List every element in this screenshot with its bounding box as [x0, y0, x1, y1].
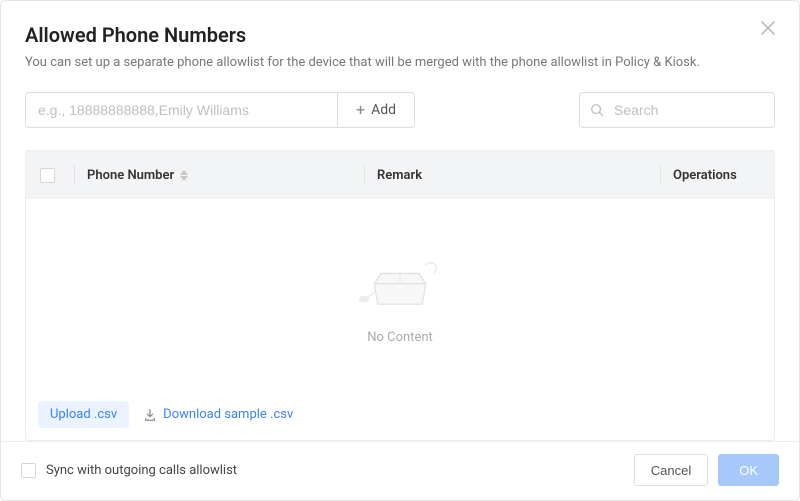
download-icon: [143, 408, 157, 422]
sync-option: Sync with outgoing calls allowlist: [21, 463, 237, 478]
dialog: Allowed Phone Numbers You can set up a s…: [0, 0, 800, 501]
phone-input-group: + Add: [25, 92, 415, 128]
col-phone-label: Phone Number: [87, 168, 174, 183]
page-subtitle: You can set up a separate phone allowlis…: [25, 55, 775, 70]
col-operations-label: Operations: [673, 168, 737, 183]
add-button-label: Add: [371, 102, 396, 118]
col-checkbox: [40, 168, 74, 183]
col-operations-header: Operations: [660, 165, 760, 185]
search-input[interactable]: [612, 101, 764, 119]
close-button[interactable]: [761, 21, 777, 37]
phone-input[interactable]: [25, 92, 337, 128]
phone-table: Phone Number Remark Operations: [25, 150, 775, 441]
controls-row: + Add: [25, 92, 775, 128]
dialog-footer: Sync with outgoing calls allowlist Cance…: [1, 441, 799, 500]
sync-checkbox[interactable]: [21, 463, 36, 478]
sort-icon: [180, 170, 188, 181]
dialog-body: Allowed Phone Numbers You can set up a s…: [1, 1, 799, 441]
download-sample-label: Download sample .csv: [163, 407, 293, 422]
table-header: Phone Number Remark Operations: [26, 151, 774, 199]
sync-label: Sync with outgoing calls allowlist: [46, 463, 237, 478]
col-remark-label: Remark: [377, 168, 422, 183]
spacer: [415, 92, 579, 128]
table-footer: Upload .csv Download sample .csv: [26, 391, 774, 440]
col-phone-header[interactable]: Phone Number: [74, 165, 364, 185]
search-wrap: [579, 92, 775, 128]
cancel-label: Cancel: [651, 463, 691, 478]
page-title: Allowed Phone Numbers: [25, 23, 775, 47]
download-sample-link[interactable]: Download sample .csv: [143, 407, 293, 422]
empty-text: No Content: [367, 330, 433, 345]
close-icon: [761, 21, 775, 35]
search-icon: [590, 103, 604, 117]
cancel-button[interactable]: Cancel: [634, 454, 708, 486]
ok-button[interactable]: OK: [718, 454, 779, 486]
empty-box-icon: [340, 246, 460, 318]
upload-csv-label: Upload .csv: [50, 407, 117, 422]
add-button[interactable]: + Add: [337, 92, 415, 128]
upload-csv-button[interactable]: Upload .csv: [38, 401, 129, 428]
select-all-checkbox[interactable]: [40, 168, 55, 183]
table-body-empty: No Content: [26, 199, 774, 391]
plus-icon: +: [356, 102, 365, 118]
col-remark-header: Remark: [364, 165, 660, 185]
ok-label: OK: [739, 463, 758, 478]
